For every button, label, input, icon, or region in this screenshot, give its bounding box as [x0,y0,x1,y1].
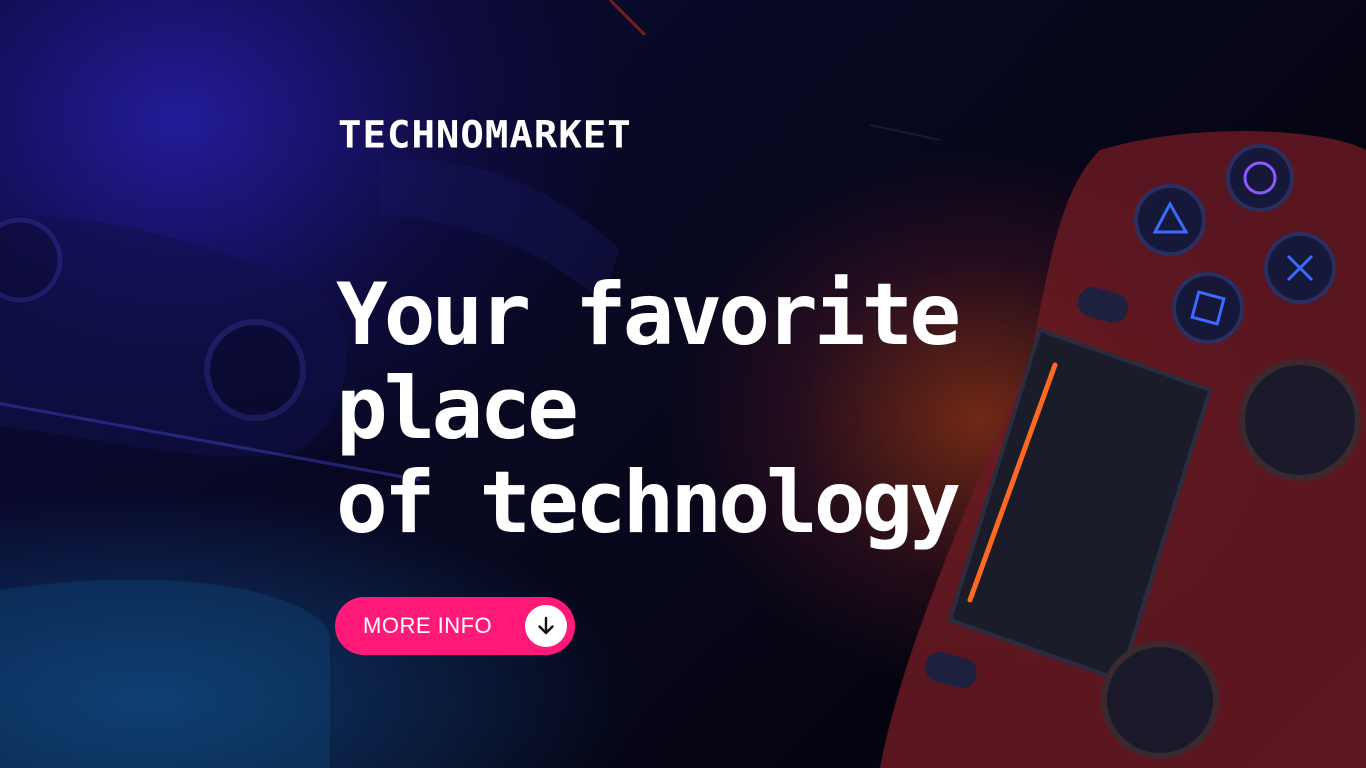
arrow-down-icon [525,605,567,647]
headline-line-2: place [336,359,579,459]
hero-section: TECHNOMARKET Your favorite place of tech… [0,0,1366,768]
brand-logo: TECHNOMARKET [338,114,632,157]
more-info-label: MORE INFO [363,613,493,638]
headline-line-1: Your favorite [336,265,961,365]
hero-headline: Your favorite place of technology [336,268,1056,550]
headline-line-3: of technology [336,453,961,553]
more-info-button[interactable]: MORE INFO [335,597,575,655]
